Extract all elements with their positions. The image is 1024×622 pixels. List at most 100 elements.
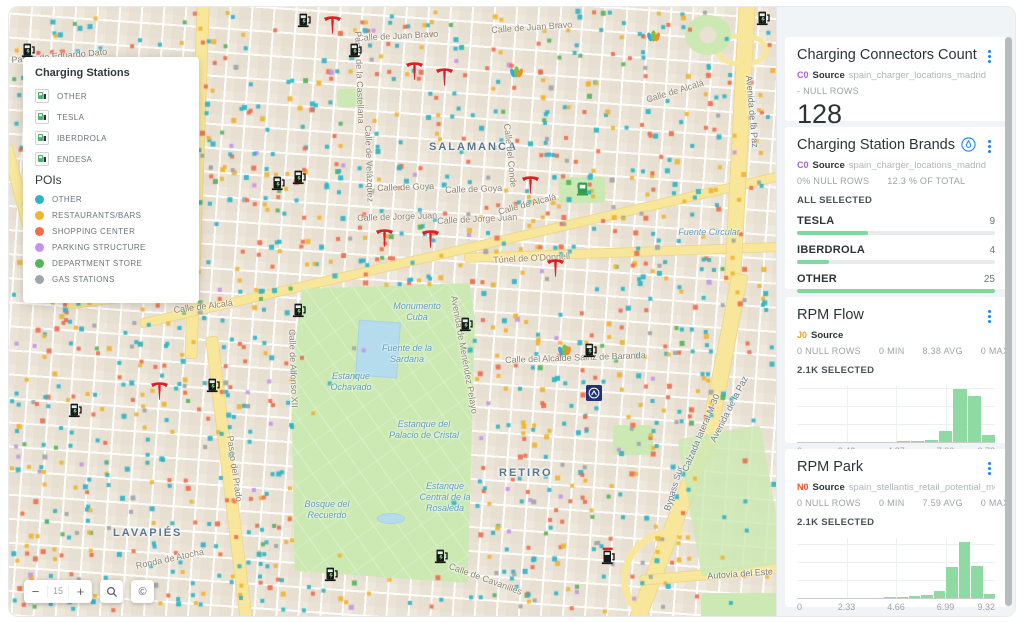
tesla-marker[interactable] [521,175,540,200]
map-canvas[interactable]: SALAMANCARETIROLAVAPIÉSPaseo de Eduardo … [9,7,776,616]
legend-poi-item[interactable]: GAS STATIONS [35,275,187,284]
charger-marker[interactable] [271,174,286,196]
layer-badge: C0 [797,70,809,80]
tesla-marker[interactable] [546,258,565,283]
source-label: Source [813,70,845,81]
avg-stat: 7.59 AVG [923,498,963,508]
charger-marker[interactable] [324,565,339,587]
axis-tick: 9.32 [977,602,995,612]
sidebar-scrollbar[interactable] [1005,37,1012,606]
fuel-marker[interactable] [646,29,661,48]
null-rows-stat: 0 NULL ROWS [797,346,861,356]
legend-station-item[interactable]: OTHER [35,89,187,103]
tesla-marker[interactable] [323,15,342,40]
tesla-marker[interactable] [405,61,424,86]
charger-marker[interactable] [459,315,474,337]
source-name: spain_charger_locations_madrid [849,70,986,81]
min-stat: 0 MIN [879,498,905,508]
charging-station-icon [35,152,49,166]
bluelogo-marker[interactable] [586,385,602,406]
district-label: RETIRO [499,467,553,479]
source-label: Source [813,160,845,171]
legend-item-label: OTHER [57,92,87,101]
widget-menu-icon[interactable] [984,459,995,478]
legend-station-item[interactable]: IBERDROLA [35,131,187,145]
category-row-tesla[interactable]: TESLA9 [797,215,995,235]
charger-marker[interactable] [434,547,449,569]
filter-applied-icon[interactable] [961,137,976,152]
legend-item-label: ENDESA [57,155,92,164]
charger-marker[interactable] [583,341,598,363]
widget-menu-icon[interactable] [984,307,995,326]
widget-charging-station-brands: Charging Station Brands C0 Source spain_… [785,127,1007,289]
widget-title: RPM Flow [797,307,984,323]
min-stat: 0 MIN [879,346,905,356]
search-icon [106,586,118,598]
tesla-marker[interactable] [375,228,394,253]
widget-menu-icon[interactable] [984,137,995,156]
app-frame: SALAMANCARETIROLAVAPIÉSPaseo de Eduardo … [8,6,1016,617]
map-controls: − 15 + © [24,580,154,603]
zoom-in-button[interactable]: + [69,580,92,603]
charger-marker[interactable] [756,9,771,31]
axis-tick: 0 [797,602,802,612]
widget-menu-icon[interactable] [984,47,995,66]
tesla-marker[interactable] [435,67,454,92]
park-feature-label: Fuente Circular [678,227,740,238]
rpm-flow-histogram[interactable] [797,386,995,443]
park-feature-label: Bosque del Recuerdo [304,499,349,521]
rpm-park-histogram[interactable] [797,538,995,599]
charger-marker[interactable] [206,376,221,398]
charger-marker[interactable] [68,401,83,423]
legend-poi-item[interactable]: OTHER [35,195,187,204]
connectors-count-value: 128 [797,99,995,130]
charger-marker[interactable] [348,41,363,63]
park-feature-label: Estanque Central de la Rosaleda [419,481,470,514]
legend-poi-item[interactable]: SHOPPING CENTER [35,227,187,236]
avg-stat: 8.38 AVG [923,346,963,356]
poi-color-dot [35,227,44,236]
legend-poi-item[interactable]: RESTAURANTS/BARS [35,211,187,220]
tesla-marker[interactable] [421,229,440,254]
selection-status: 2.1K SELECTED [797,365,995,376]
pump-marker[interactable] [576,181,589,201]
zoom-out-button[interactable]: − [24,580,47,603]
street-label: Calle de Goya [445,183,502,195]
legend-station-item[interactable]: ENDESA [35,152,187,166]
widget-title: Charging Connectors Count [797,47,984,63]
widget-rpm-flow: RPM Flow J0 Source 0 NULL ROWS 0 MIN 8.3… [785,297,1007,443]
park-feature-label: Estanque del Palacio de Cristal [389,419,459,441]
charger-red-marker[interactable] [601,547,616,570]
attribution-button[interactable]: © [131,580,154,603]
null-rows-stat: 0% NULL ROWS [797,176,869,186]
park-feature-label: Fuente de la Sardana [382,343,432,365]
layer-badge: C0 [797,160,809,170]
selection-status: ALL SELECTED [797,195,995,206]
legend-pois-title: POIs [35,173,187,187]
charger-marker[interactable] [297,11,312,33]
app-window: SALAMANCARETIROLAVAPIÉSPaseo de Eduardo … [0,0,1024,622]
layer-badge: J0 [797,330,807,340]
category-row-iberdrola[interactable]: IBERDROLA4 [797,244,995,264]
fuel-marker[interactable] [557,343,572,362]
search-button[interactable] [100,580,123,603]
legend-poi-item[interactable]: PARKING STRUCTURE [35,243,187,252]
legend-item-label: RESTAURANTS/BARS [52,211,141,220]
widget-title: RPM Park [797,459,984,475]
fuel-marker[interactable] [509,65,524,84]
poi-color-dot [35,211,44,220]
category-row-other[interactable]: OTHER25 [797,273,995,293]
charging-station-icon [35,110,49,124]
park-feature-label: Estanque Ochavado [330,371,371,393]
tesla-marker[interactable] [150,381,169,406]
charger-marker[interactable] [292,168,307,190]
legend-station-item[interactable]: TESLA [35,110,187,124]
axis-tick: 6.99 [937,602,955,612]
legend-item-label: PARKING STRUCTURE [52,243,146,252]
charger-marker[interactable] [292,301,307,323]
legend-poi-item[interactable]: DEPARTMENT STORE [35,259,187,268]
widget-rpm-park: RPM Park N0 Source spain_stellantis_reta… [785,449,1007,607]
legend-item-label: SHOPPING CENTER [52,227,135,236]
street-label: Calle de Goya [377,181,434,193]
legend-item-label: OTHER [52,195,82,204]
